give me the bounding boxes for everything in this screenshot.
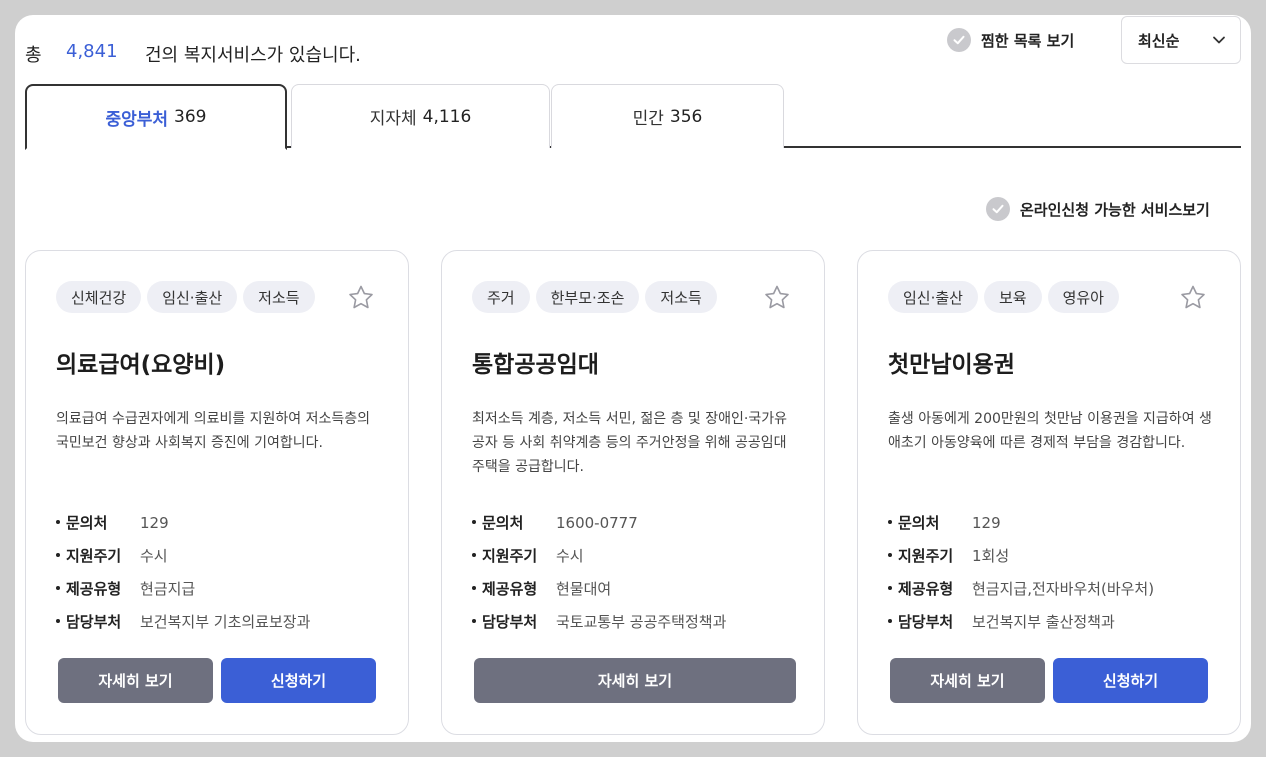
- online-apply-label: 온라인신청 가능한 서비스보기: [1020, 200, 1210, 219]
- star-outline-icon[interactable]: [762, 283, 792, 313]
- info-value: 국토교통부 공공주택정책과: [556, 613, 727, 631]
- apply-button[interactable]: 신청하기: [1053, 658, 1208, 703]
- info-contact: 문의처 1600-0777: [472, 506, 726, 539]
- tag: 임신·출산: [147, 281, 238, 313]
- total-suffix: 건의 복지서비스가 있습니다.: [145, 45, 361, 66]
- online-apply-toggle[interactable]: 온라인신청 가능한 서비스보기: [986, 197, 1210, 221]
- tag: 임신·출산: [888, 281, 978, 313]
- liked-list-toggle[interactable]: 찜한 목록 보기: [947, 28, 1074, 52]
- sort-select[interactable]: 최신순: [1121, 16, 1241, 64]
- service-info: 문의처 1600-0777 지원주기 수시 제공유형 현물대여 담당부처 국토교통부 공…: [472, 506, 726, 638]
- info-value: 수시: [140, 547, 168, 565]
- tab-count: 4,116: [422, 106, 472, 127]
- info-dept: 담당부처 국토교통부 공공주택정책과: [472, 605, 726, 638]
- info-cycle: 지원주기 수시: [56, 539, 310, 572]
- service-description: 최저소득 계층, 저소득 서민, 젊은 층 및 장애인·국가유공자 등 사회 취…: [472, 411, 787, 475]
- category-tabs: 중앙부처 369 지자체 4,116 민간 356: [25, 84, 1241, 150]
- info-value: 129: [972, 513, 1001, 532]
- info-label: 담당부처: [888, 611, 972, 632]
- service-info: 문의처 129 지원주기 1회성 제공유형 현금지급,전자바우처(바우처) 담당부처 보…: [888, 506, 1154, 638]
- sort-value: 최신순: [1138, 31, 1180, 50]
- info-label: 문의처: [472, 512, 556, 533]
- tab-local[interactable]: 지자체 4,116: [291, 84, 550, 148]
- info-type: 제공유형 현금지급,전자바우처(바우처): [888, 572, 1154, 605]
- tag-list: 임신·출산 보육 영유아: [888, 281, 1119, 313]
- info-label: 담당부처: [472, 611, 556, 632]
- info-value: 수시: [556, 547, 584, 565]
- info-cycle: 지원주기 수시: [472, 539, 726, 572]
- detail-button[interactable]: 자세히 보기: [474, 658, 796, 703]
- service-description: 출생 아동에게 200만원의 첫만남 이용권을 지급하여 생애초기 아동양육에 …: [888, 411, 1212, 451]
- tag: 한부모·조손: [535, 281, 640, 313]
- service-card: 주거 한부모·조손 저소득 통합공공임대 최저소득 계층, 저소득 서민, 젊은…: [441, 250, 825, 735]
- info-value: 보건복지부 기초의료보장과: [140, 613, 311, 631]
- detail-button[interactable]: 자세히 보기: [890, 658, 1045, 703]
- info-contact: 문의처 129: [888, 506, 1154, 539]
- tab-count: 356: [669, 106, 703, 127]
- tag: 저소득: [645, 281, 717, 313]
- service-description: 의료급여 수급권자에게 의료비를 지원하여 저소득층의 국민보건 향상과 사회복…: [56, 411, 371, 451]
- star-outline-icon[interactable]: [1178, 283, 1208, 313]
- info-label: 제공유형: [56, 578, 140, 599]
- info-value: 현물대여: [556, 580, 612, 598]
- tag: 영유아: [1047, 281, 1119, 313]
- info-label: 제공유형: [472, 578, 556, 599]
- tab-label: 지자체: [369, 109, 417, 129]
- info-dept: 담당부처 보건복지부 기초의료보장과: [56, 605, 310, 638]
- info-label: 담당부처: [56, 611, 140, 632]
- tab-label: 중앙부처: [105, 109, 169, 130]
- info-contact: 문의처 129: [56, 506, 310, 539]
- info-label: 문의처: [888, 512, 972, 533]
- tag: 저소득: [243, 281, 315, 313]
- tag: 신체건강: [56, 281, 142, 313]
- tag: 주거: [472, 281, 530, 313]
- info-label: 지원주기: [888, 545, 972, 566]
- total-prefix: 총: [25, 45, 42, 66]
- service-card: 임신·출산 보육 영유아 첫만남이용권 출생 아동에게 200만원의 첫만남 이…: [857, 250, 1241, 735]
- card-actions: 자세히 보기: [474, 658, 796, 703]
- info-label: 제공유형: [888, 578, 972, 599]
- service-card: 신체건강 임신·출산 저소득 의료급여(요양비) 의료급여 수급권자에게 의료비…: [25, 250, 409, 735]
- service-title: 의료급여(요양비): [56, 352, 226, 378]
- star-outline-icon[interactable]: [346, 283, 376, 313]
- info-type: 제공유형 현금지급: [56, 572, 310, 605]
- info-cycle: 지원주기 1회성: [888, 539, 1154, 572]
- tag-list: 신체건강 임신·출산 저소득: [56, 281, 315, 313]
- tag-list: 주거 한부모·조손 저소득: [472, 281, 717, 313]
- service-info: 문의처 129 지원주기 수시 제공유형 현금지급 담당부처 보건복지부 기초의료보장과: [56, 506, 310, 638]
- check-circle-icon: [986, 197, 1010, 221]
- tag: 보육: [983, 281, 1042, 313]
- card-actions: 자세히 보기 신청하기: [890, 658, 1208, 703]
- info-value: 129: [140, 513, 169, 532]
- tab-count: 369: [174, 107, 207, 127]
- info-label: 문의처: [56, 512, 140, 533]
- apply-button[interactable]: 신청하기: [221, 658, 376, 703]
- info-dept: 담당부처 보건복지부 출산정책과: [888, 605, 1154, 638]
- info-value: 현금지급,전자바우처(바우처): [972, 580, 1155, 598]
- info-label: 지원주기: [472, 545, 556, 566]
- info-value: 1600-0777: [556, 513, 638, 532]
- info-value: 보건복지부 출산정책과: [972, 613, 1115, 631]
- service-title: 첫만남이용권: [888, 352, 1015, 378]
- liked-list-label: 찜한 목록 보기: [981, 31, 1075, 50]
- detail-button[interactable]: 자세히 보기: [58, 658, 213, 703]
- info-type: 제공유형 현물대여: [472, 572, 726, 605]
- info-value: 1회성: [972, 547, 1010, 565]
- chevron-down-icon: [1213, 36, 1225, 44]
- total-count: 4,841: [66, 41, 118, 62]
- tab-central[interactable]: 중앙부처 369: [25, 84, 287, 150]
- info-label: 지원주기: [56, 545, 140, 566]
- tab-label: 민간: [632, 109, 664, 129]
- tab-private[interactable]: 민간 356: [551, 84, 784, 148]
- card-actions: 자세히 보기 신청하기: [58, 658, 376, 703]
- service-title: 통합공공임대: [472, 352, 599, 378]
- info-value: 현금지급: [140, 580, 196, 598]
- welfare-service-list: 총 4,841 건의 복지서비스가 있습니다. 찜한 목록 보기 최신순 중앙부…: [15, 15, 1251, 742]
- check-circle-icon: [947, 28, 971, 52]
